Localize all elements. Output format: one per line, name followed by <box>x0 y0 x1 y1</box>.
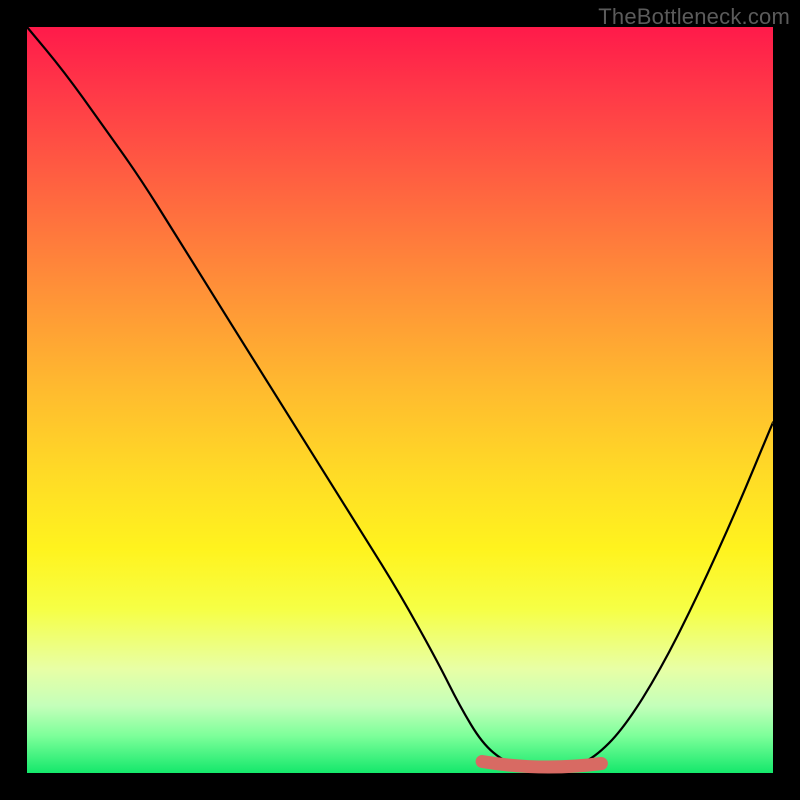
curve-path <box>27 27 773 769</box>
plot-area <box>27 27 773 773</box>
bottleneck-curve <box>27 27 773 773</box>
chart-frame: TheBottleneck.com <box>0 0 800 800</box>
watermark-text: TheBottleneck.com <box>598 4 790 30</box>
highlight-segment <box>482 762 601 768</box>
